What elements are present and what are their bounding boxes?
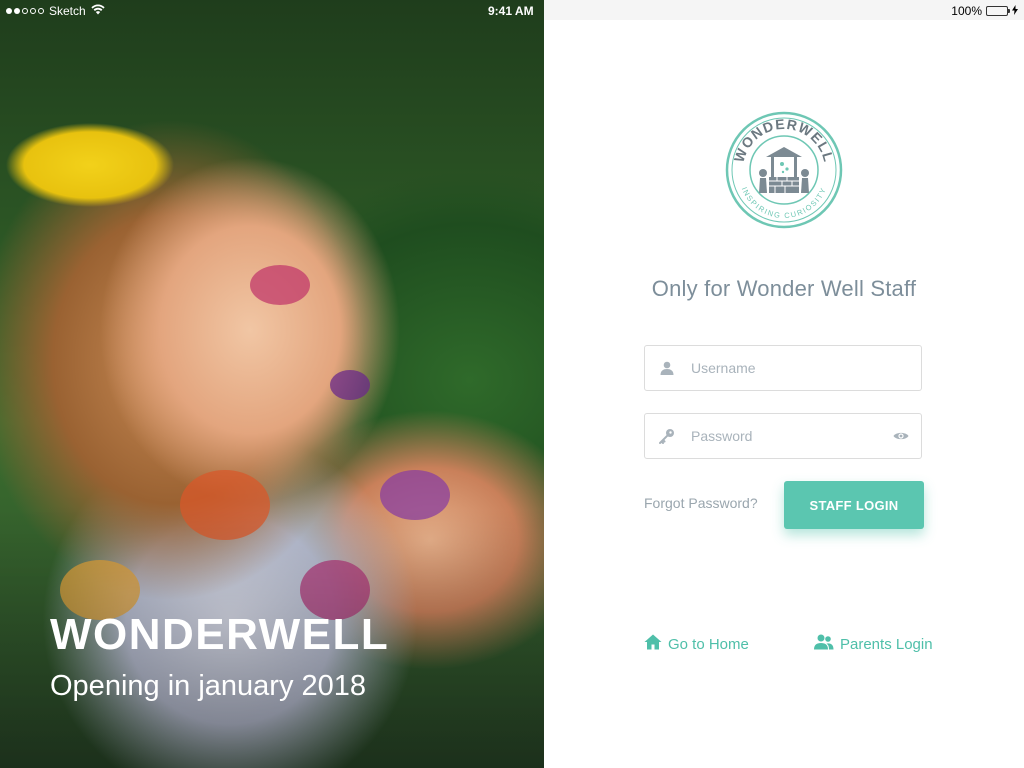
username-field[interactable] xyxy=(644,345,922,391)
hero-image: WONDERWELL Opening in january 2018 xyxy=(0,0,544,768)
parents-login-label: Parents Login xyxy=(840,635,933,653)
wifi-icon xyxy=(91,4,105,18)
paint-splash xyxy=(380,470,450,520)
status-bar-left: Sketch xyxy=(6,2,105,20)
username-input[interactable] xyxy=(689,352,921,384)
go-to-home-label: Go to Home xyxy=(668,635,749,653)
staff-login-button[interactable]: STAFF LOGIN xyxy=(784,481,924,529)
paint-splash xyxy=(250,265,310,305)
paint-splash xyxy=(180,470,270,540)
carrier-name: Sketch xyxy=(49,4,86,18)
battery-icon xyxy=(986,6,1010,16)
hero-title: WONDERWELL xyxy=(50,610,390,659)
hero-subtitle: Opening in january 2018 xyxy=(50,670,367,702)
password-input[interactable] xyxy=(689,420,881,452)
status-bar-right: 100% xyxy=(951,2,1018,20)
wonderwell-logo: WONDERWELL INSPIRING CURIOSITY xyxy=(725,111,843,229)
parents-icon xyxy=(814,634,834,654)
login-panel: WONDERWELL INSPIRING CURIOSITY Only for … xyxy=(544,20,1024,768)
signal-strength-icon xyxy=(6,8,44,14)
user-icon xyxy=(645,361,689,375)
status-time: 9:41 AM xyxy=(488,4,534,18)
paint-splash xyxy=(330,370,370,400)
battery-percent: 100% xyxy=(951,4,982,18)
login-heading: Only for Wonder Well Staff xyxy=(651,276,917,301)
show-password-eye-icon[interactable] xyxy=(881,431,921,441)
password-field[interactable] xyxy=(644,413,922,459)
charging-icon xyxy=(1012,4,1018,18)
key-icon xyxy=(645,428,689,444)
home-icon xyxy=(644,634,662,654)
parents-login-link[interactable]: Parents Login xyxy=(814,634,933,654)
forgot-password-link[interactable]: Forgot Password? xyxy=(644,495,758,511)
go-to-home-link[interactable]: Go to Home xyxy=(644,634,749,654)
